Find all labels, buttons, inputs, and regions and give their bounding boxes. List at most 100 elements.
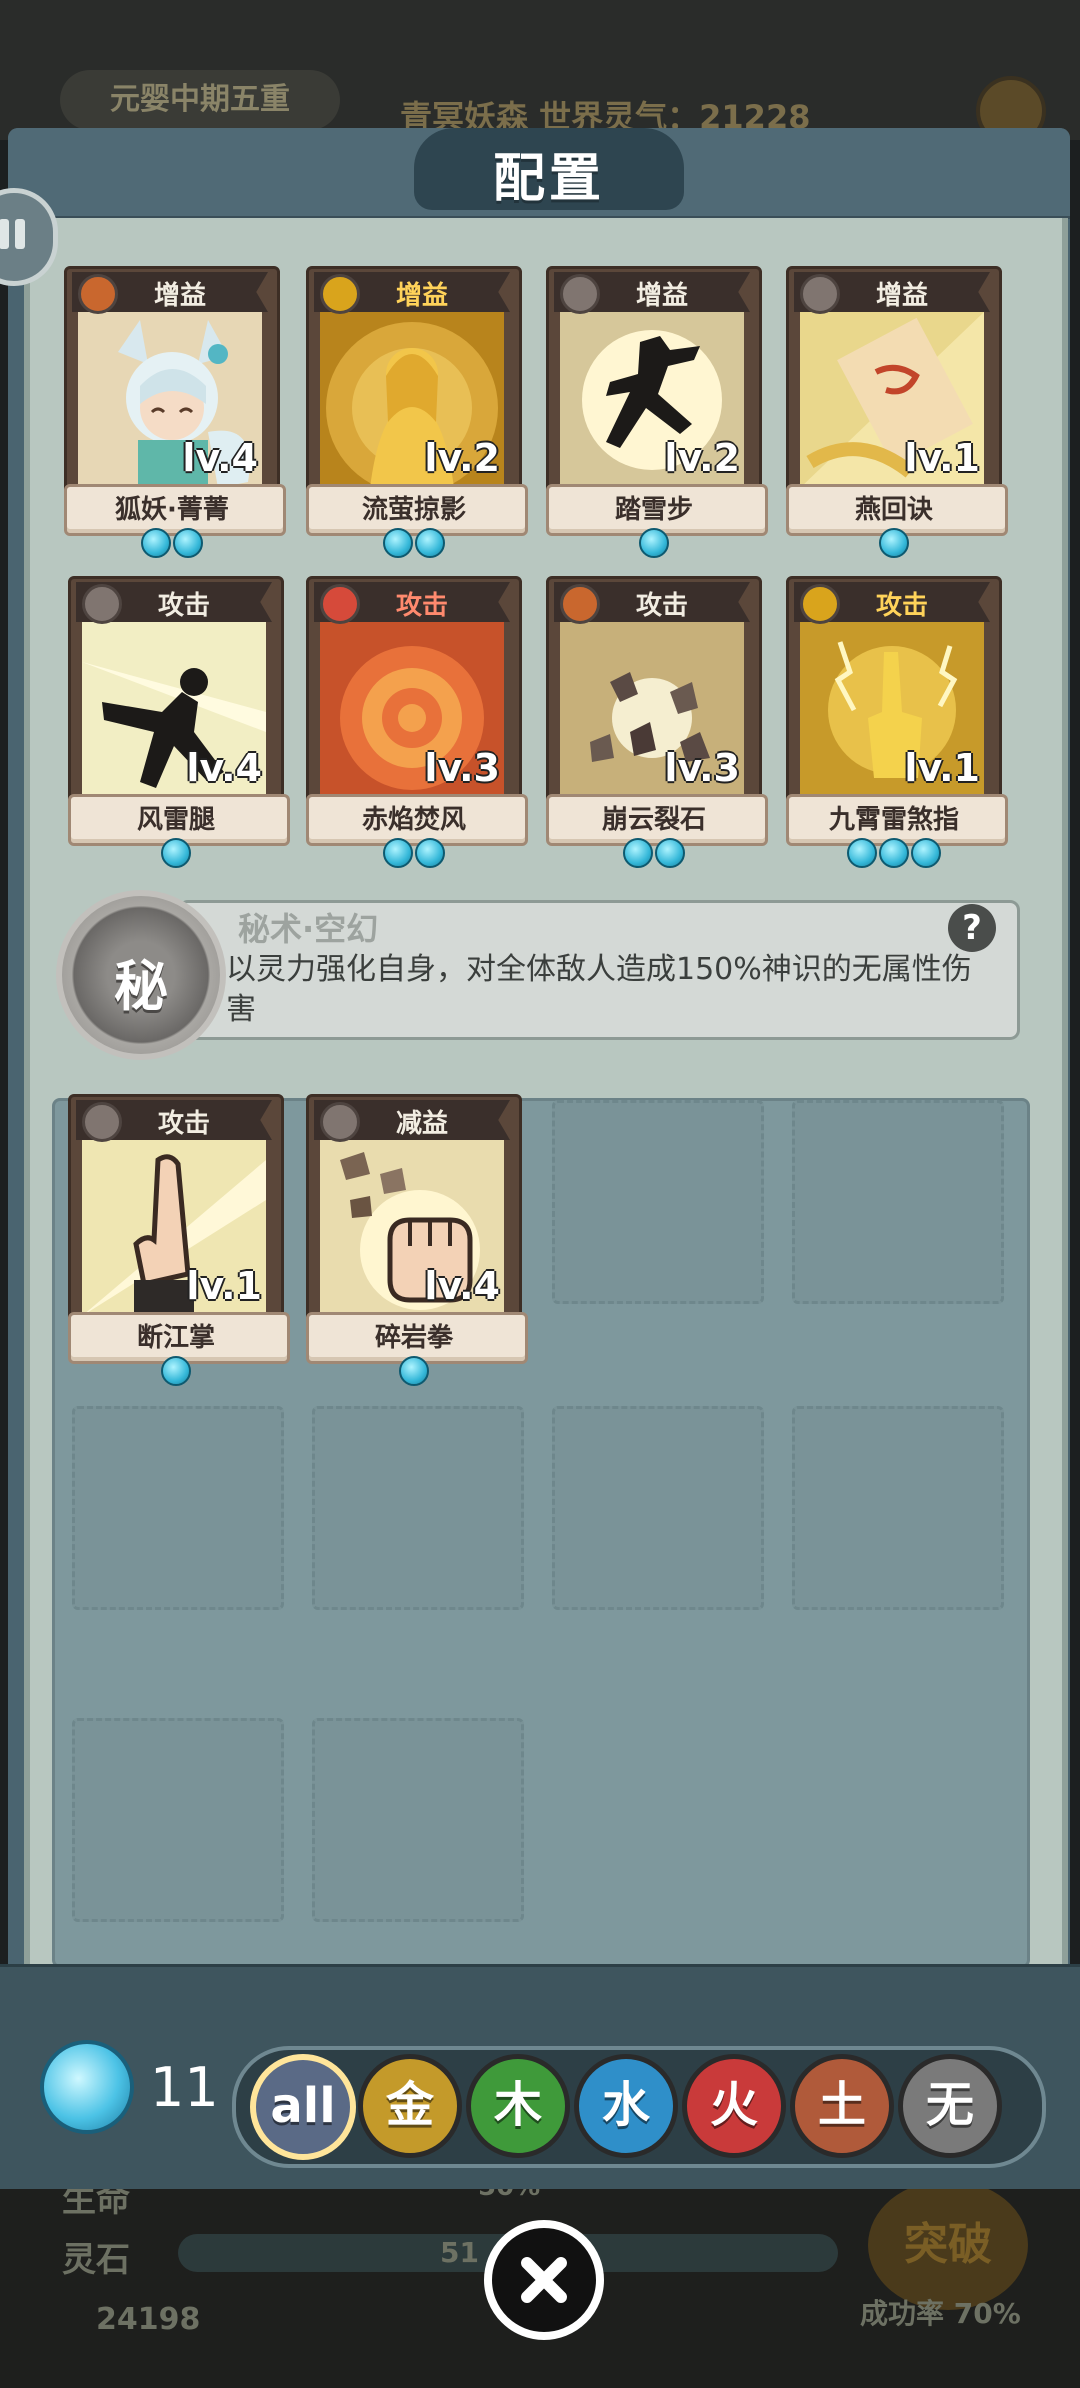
spirit-orb-icon <box>655 838 685 868</box>
spirit-orb-icon <box>415 528 445 558</box>
card-cost <box>786 838 1002 872</box>
card-cost <box>64 528 280 562</box>
card-type: 增益 <box>395 281 448 311</box>
element-gem-icon <box>560 274 600 314</box>
secret-technique-badge[interactable]: 秘 <box>56 890 226 1060</box>
card-type: 攻击 <box>395 591 448 621</box>
spirit-orb-icon <box>911 838 941 868</box>
equipped-card-7[interactable]: 攻击 lv.3 崩云裂石 <box>546 576 768 868</box>
spirit-orb-icon <box>161 1356 191 1386</box>
card-level: lv.4 <box>424 1264 500 1308</box>
equipped-card-4[interactable]: 增益 lv.1 燕回诀 <box>786 266 1008 558</box>
card-level: lv.1 <box>186 1264 262 1308</box>
card-cost <box>546 528 762 562</box>
background-success-rate: 成功率 70% <box>860 2297 1021 2330</box>
card-cost <box>306 528 522 562</box>
spirit-orb-icon <box>173 528 203 558</box>
empty-card-slot[interactable] <box>552 1100 764 1304</box>
secret-badge-glyph: 秘 <box>114 955 168 1018</box>
filter-fire-button[interactable]: 火 <box>682 2054 786 2158</box>
card-name: 赤焰焚风 <box>361 805 466 835</box>
collection-card-1[interactable]: 攻击 lv.1 断江掌 <box>68 1094 290 1386</box>
card-cost <box>306 1356 522 1390</box>
equipped-card-6[interactable]: 攻击 lv.3 赤焰焚风 <box>306 576 528 868</box>
filter-none-button[interactable]: 无 <box>898 2054 1002 2158</box>
empty-card-slot[interactable] <box>312 1406 524 1610</box>
filter-all-button[interactable]: all <box>250 2054 356 2160</box>
spirit-orb-icon <box>141 528 171 558</box>
filter-wood-button[interactable]: 木 <box>466 2054 570 2158</box>
card-cost <box>786 528 1002 562</box>
card-name: 流萤掠影 <box>361 495 466 525</box>
card-name: 燕回诀 <box>854 495 933 525</box>
spirit-orb-icon <box>161 838 191 868</box>
spirit-orb-icon <box>383 528 413 558</box>
card-cost <box>68 1356 284 1390</box>
spirit-orb-icon <box>847 838 877 868</box>
equipped-card-8[interactable]: 攻击 lv.1 九霄雷煞指 <box>786 576 1008 868</box>
spirit-orb-icon <box>623 838 653 868</box>
equipped-card-2[interactable]: 增益 lv.2 流萤掠影 <box>306 266 528 558</box>
element-gem-icon <box>320 584 360 624</box>
element-gem-icon <box>800 274 840 314</box>
card-name: 踏雪步 <box>614 495 693 525</box>
filter-earth-button[interactable]: 土 <box>790 2054 894 2158</box>
empty-card-slot[interactable] <box>792 1100 1004 1304</box>
card-cost <box>68 838 284 872</box>
empty-card-slot[interactable] <box>72 1718 284 1922</box>
background-stat-label-2: 灵石 <box>62 2240 130 2280</box>
empty-card-slot[interactable] <box>552 1406 764 1610</box>
card-name: 崩云裂石 <box>601 805 706 835</box>
element-gem-icon <box>320 274 360 314</box>
spirit-orb-icon <box>879 838 909 868</box>
card-type: 攻击 <box>157 1109 210 1139</box>
card-type: 攻击 <box>875 591 928 621</box>
filter-water-button[interactable]: 水 <box>574 2054 678 2158</box>
card-level: lv.3 <box>664 746 740 790</box>
card-name: 九霄雷煞指 <box>828 805 959 835</box>
panel-title: 配置 <box>492 149 605 209</box>
card-level: lv.2 <box>424 436 500 480</box>
element-gem-icon <box>800 584 840 624</box>
card-name: 狐妖·菁菁 <box>115 495 229 525</box>
collection-card-2[interactable]: 减益 lv.4 碎岩拳 <box>306 1094 528 1386</box>
element-gem-icon <box>320 1102 360 1142</box>
card-name: 碎岩拳 <box>374 1323 453 1353</box>
element-gem-icon <box>82 584 122 624</box>
card-cost <box>306 838 522 872</box>
background-currency: 24198 <box>96 2302 201 2337</box>
equipped-card-5[interactable]: 攻击 lv.4 风雷腿 <box>68 576 290 868</box>
background-realm-label: 元婴中期五重 <box>60 70 340 130</box>
card-type: 增益 <box>635 281 688 311</box>
spirit-orb-icon <box>879 528 909 558</box>
equipped-card-1[interactable]: 增益 lv.4 狐妖·菁菁 <box>64 266 286 558</box>
spirit-energy-icon <box>40 2040 134 2134</box>
card-name: 断江掌 <box>136 1323 215 1353</box>
help-icon[interactable]: ? <box>948 904 996 952</box>
filter-metal-button[interactable]: 金 <box>358 2054 462 2158</box>
spirit-orb-icon <box>639 528 669 558</box>
element-gem-icon <box>78 274 118 314</box>
card-level: lv.4 <box>182 436 258 480</box>
card-cost <box>546 838 762 872</box>
card-type: 增益 <box>153 281 206 311</box>
element-gem-icon <box>82 1102 122 1142</box>
background-stat-value-2: 51 <box>440 2236 479 2269</box>
card-level: lv.1 <box>904 746 980 790</box>
empty-card-slot[interactable] <box>312 1718 524 1922</box>
equipped-card-3[interactable]: 增益 lv.2 踏雪步 <box>546 266 768 558</box>
card-type: 攻击 <box>635 591 688 621</box>
empty-card-slot[interactable] <box>72 1406 284 1610</box>
card-name: 风雷腿 <box>136 805 215 835</box>
spirit-energy-count: 11 <box>150 2056 219 2119</box>
close-button[interactable] <box>484 2220 604 2340</box>
card-type: 攻击 <box>157 591 210 621</box>
card-level: lv.2 <box>664 436 740 480</box>
card-level: lv.3 <box>424 746 500 790</box>
secret-technique-name: 秘术·空幻 <box>238 910 379 948</box>
background-breakthrough-button: 突破 <box>868 2180 1028 2310</box>
element-gem-icon <box>560 584 600 624</box>
spirit-orb-icon <box>399 1356 429 1386</box>
empty-card-slot[interactable] <box>792 1406 1004 1610</box>
card-type: 减益 <box>395 1109 448 1139</box>
